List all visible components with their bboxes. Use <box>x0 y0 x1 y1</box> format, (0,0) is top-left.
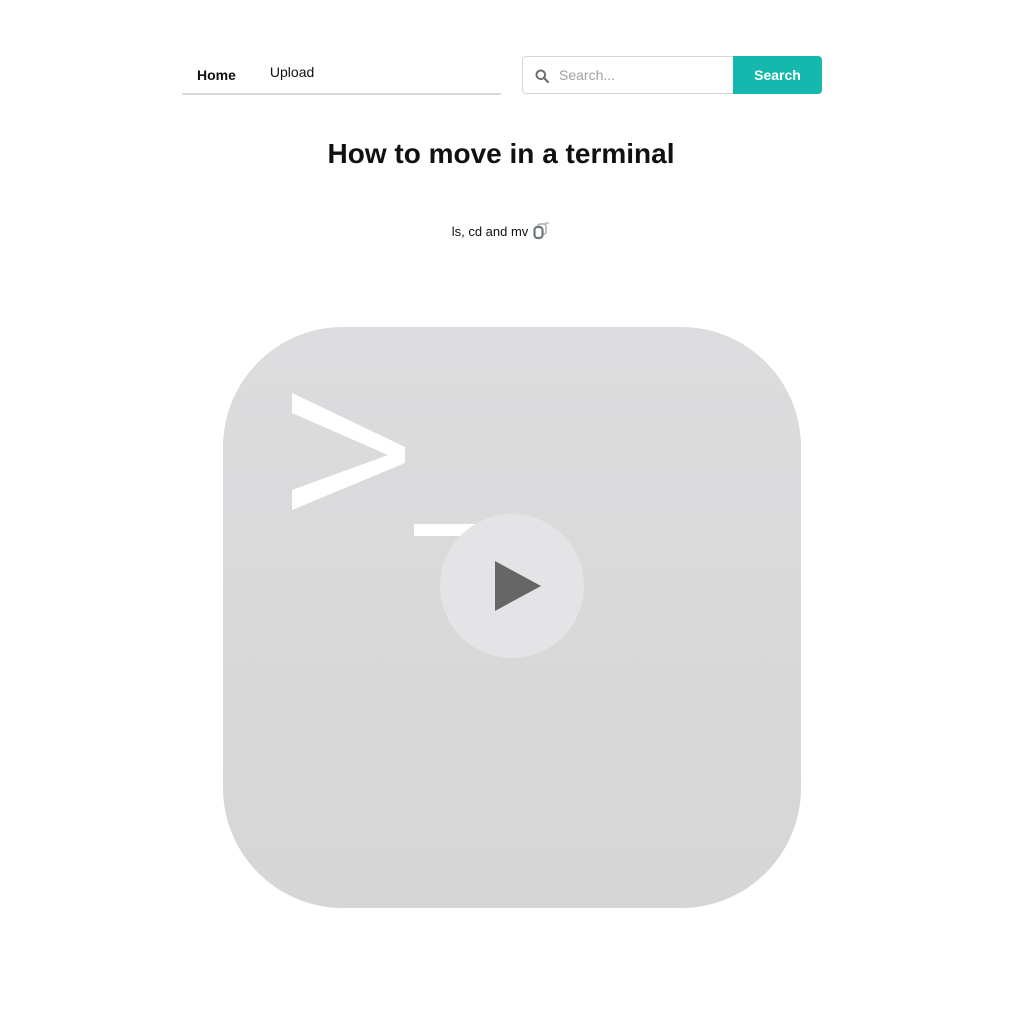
video-title: How to move in a terminal <box>327 138 675 169</box>
copy-icon[interactable] <box>532 222 550 240</box>
search-input[interactable] <box>559 57 727 93</box>
video-description-row: ls, cd and mv <box>0 222 1002 240</box>
video-description: ls, cd and mv <box>451 223 529 239</box>
search-icon <box>535 69 549 83</box>
play-button[interactable] <box>440 514 584 658</box>
nav-item-upload[interactable]: Upload <box>251 54 329 91</box>
search-box <box>522 56 733 94</box>
search-button[interactable]: Search <box>733 56 822 94</box>
top-nav: Home Upload <box>182 56 501 95</box>
play-icon <box>495 561 541 611</box>
page: Home Upload Search How to move in a term… <box>0 0 1024 1024</box>
video-player[interactable] <box>223 327 801 908</box>
search-bar: Search <box>522 56 822 94</box>
nav-item-home[interactable]: Home <box>182 56 251 94</box>
